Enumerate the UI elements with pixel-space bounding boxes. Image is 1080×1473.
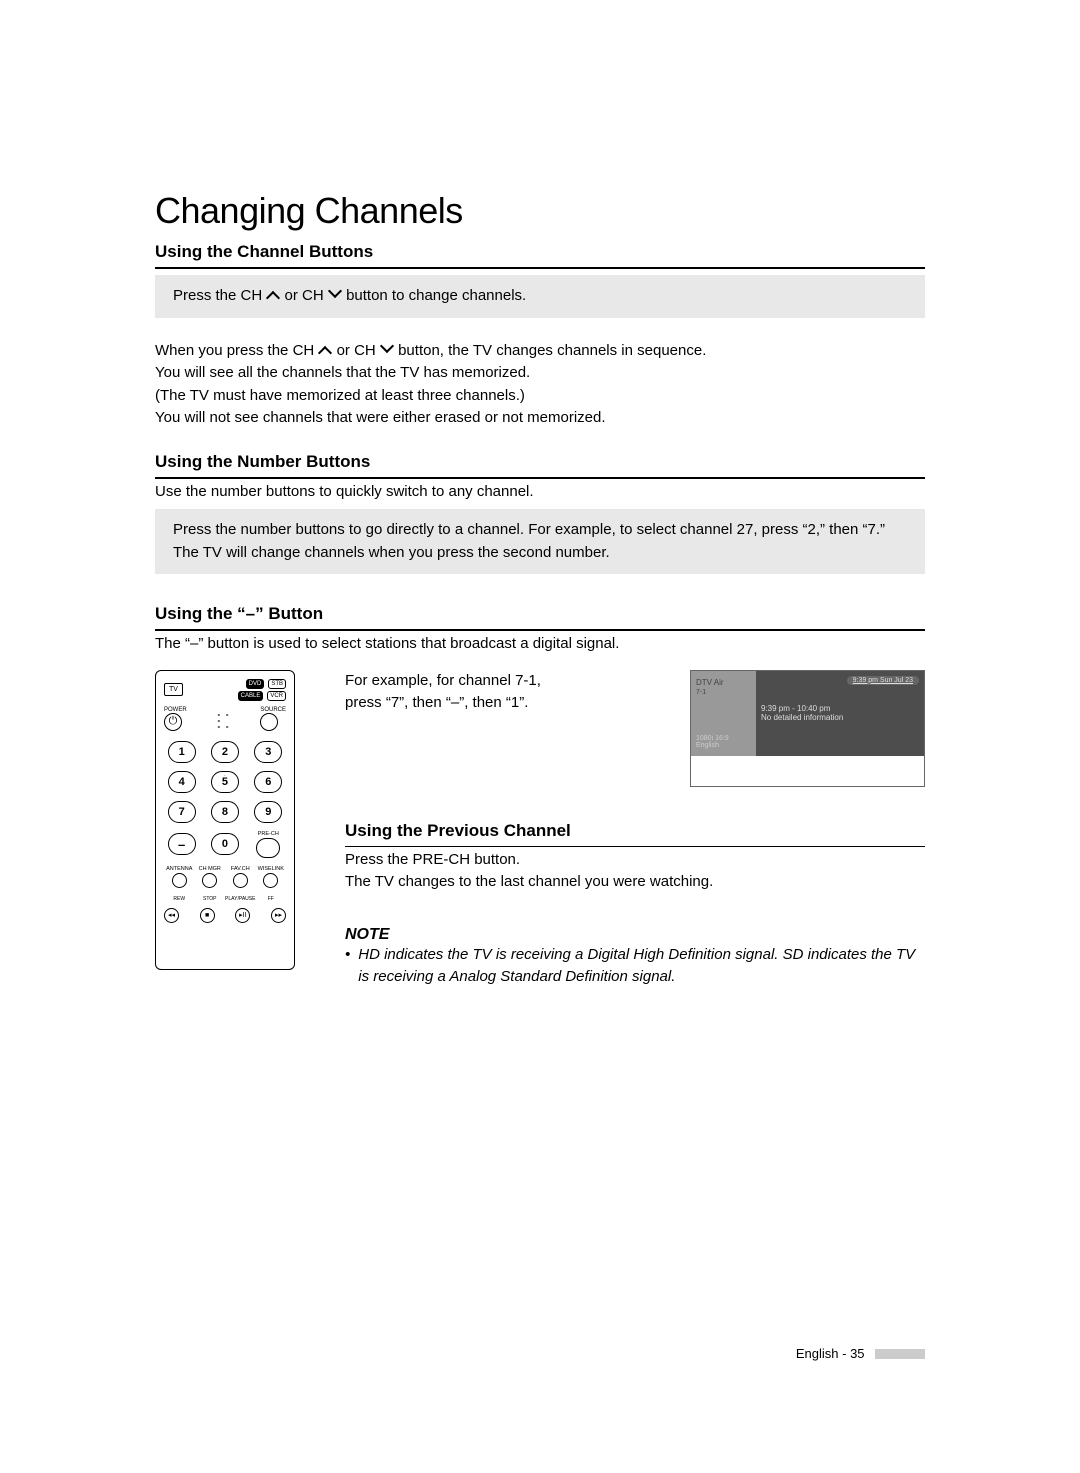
antenna-button <box>172 873 187 888</box>
page-title: Changing Channels <box>155 190 925 232</box>
chevron-down-icon <box>380 345 394 355</box>
prech-button <box>256 838 280 858</box>
osd-resolution: 1080i 16:9 <box>696 735 751 742</box>
remote-rew-label: REW <box>173 896 185 902</box>
text: For example, for channel 7-1, <box>345 670 541 693</box>
remote-wiselink-label: WISELINK <box>258 866 284 872</box>
chevron-up-icon <box>266 290 280 300</box>
section-heading-prev: Using the Previous Channel <box>345 821 925 847</box>
text: You will not see channels that were eith… <box>155 407 925 430</box>
favch-button <box>233 873 248 888</box>
osd-program-time: 9:39 pm - 10:40 pm <box>761 704 919 713</box>
text: button to change channels. <box>346 287 526 304</box>
key-label: 5 <box>222 776 228 788</box>
osd-info: No detailed information <box>761 713 919 722</box>
num-1-button: 1 <box>168 741 196 763</box>
text: (The TV must have memorized at least thr… <box>155 385 925 408</box>
remote-diagram: TV DVD STB CABLE VCR POWER <box>155 670 295 970</box>
dash-button: – <box>168 833 196 855</box>
text: or CH <box>285 287 328 304</box>
text: The TV changes to the last channel you w… <box>345 871 925 894</box>
remote-numpad: 1 2 3 4 5. 6 7 8 9 – 0 PRE-CH <box>164 741 286 858</box>
num-0-button: 0 <box>211 833 239 855</box>
note-heading: NOTE <box>345 926 925 944</box>
chevron-up-icon <box>318 345 332 355</box>
source-button <box>260 713 278 731</box>
stop-button: ■ <box>200 908 215 923</box>
text: You will see all the channels that the T… <box>155 362 925 385</box>
prech-label: PRE-CH <box>251 831 286 837</box>
remote-power-label: POWER <box>164 707 187 713</box>
num-8-button: 8 <box>211 801 239 823</box>
remote-play-label: PLAY/PAUSE <box>225 896 255 902</box>
num-6-button: 6 <box>254 771 282 793</box>
remote-tv-label: TV <box>164 683 183 696</box>
power-button: ⏻ <box>164 713 182 731</box>
num-9-button: 9 <box>254 801 282 823</box>
footer-bar <box>875 1349 925 1359</box>
num-4-button: 4 <box>168 771 196 793</box>
osd-language: English <box>696 742 751 749</box>
text: Use the number buttons to quickly switch… <box>155 481 925 504</box>
gray-instruction-box-2: Press the number buttons to go directly … <box>155 509 925 574</box>
key-label: – <box>178 837 185 852</box>
text: Press the number buttons to go directly … <box>173 519 907 564</box>
gray-instruction-box-1: Press the CH or CH button to change chan… <box>155 275 925 318</box>
remote-favch-label: FAV.CH <box>231 866 250 872</box>
text: Press the CH <box>173 287 266 304</box>
remote-source-label: SOURCE <box>260 707 286 713</box>
remote-dvd-button: DVD <box>246 679 265 689</box>
power-icon: ⏻ <box>169 715 178 728</box>
num-7-button: 7 <box>168 801 196 823</box>
remote-vcr-button: VCR <box>267 691 286 701</box>
chmgr-button <box>202 873 217 888</box>
section-heading-channel: Using the Channel Buttons <box>155 242 925 269</box>
note-text: HD indicates the TV is receiving a Digit… <box>358 944 925 989</box>
remote-chmgr-label: CH MGR <box>199 866 221 872</box>
chevron-down-icon <box>328 290 342 300</box>
wiselink-button <box>263 873 278 888</box>
play-pause-button: ▸II <box>235 908 250 923</box>
osd-clock: 9:39 pm Sun Jul 23 <box>847 676 919 685</box>
indicator-dots: ∘ ∘∘∘ ∘ <box>217 713 231 731</box>
text: The “–” button is used to select station… <box>155 633 925 656</box>
osd-source: DTV Air <box>696 678 751 687</box>
num-3-button: 3 <box>254 741 282 763</box>
remote-stb-button: STB <box>268 679 286 689</box>
bullet: • <box>345 944 350 989</box>
remote-stop-label: STOP <box>203 896 217 902</box>
rewind-button: ◂◂ <box>164 908 179 923</box>
remote-nav-row: ANTENNA CH MGR FAV.CH WISELINK <box>164 866 286 888</box>
remote-ff-label: FF <box>268 896 274 902</box>
section-heading-dash: Using the “–” Button <box>155 604 925 631</box>
text: When you press the CH <box>155 342 318 359</box>
text: or CH <box>337 342 380 359</box>
text: Press the PRE-CH button. <box>345 849 925 872</box>
remote-antenna-label: ANTENNA <box>166 866 192 872</box>
section-heading-number: Using the Number Buttons <box>155 452 925 479</box>
ff-button: ▸▸ <box>271 908 286 923</box>
text: button, the TV changes channels in seque… <box>398 342 706 359</box>
remote-cable-button: CABLE <box>238 691 264 701</box>
text: press “7”, then “–”, then “1”. <box>345 692 541 715</box>
osd-channel: 7-1 <box>696 689 751 696</box>
num-2-button: 2 <box>211 741 239 763</box>
page-footer: English - 35 <box>796 1346 865 1361</box>
num-5-button: 5. <box>211 771 239 793</box>
osd-channel-banner: DTV Air 7-1 1080i 16:9 English 9:39 pm S… <box>690 670 925 787</box>
